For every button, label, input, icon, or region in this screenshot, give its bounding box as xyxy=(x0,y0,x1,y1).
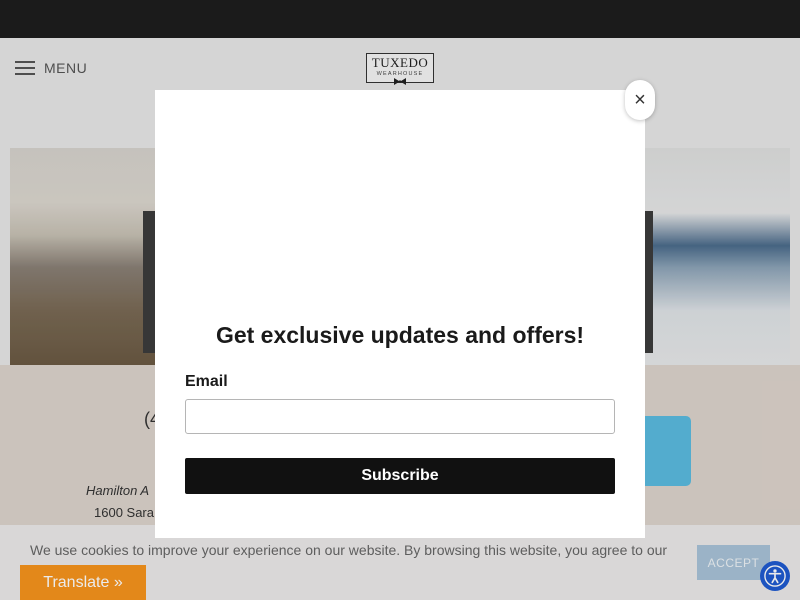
email-input[interactable] xyxy=(185,399,615,434)
email-label: Email xyxy=(185,373,228,390)
close-icon: × xyxy=(634,88,646,111)
subscribe-button[interactable]: Subscribe xyxy=(185,458,615,494)
close-modal-button[interactable]: × xyxy=(625,80,655,120)
modal-title: Get exclusive updates and offers! xyxy=(215,322,585,348)
